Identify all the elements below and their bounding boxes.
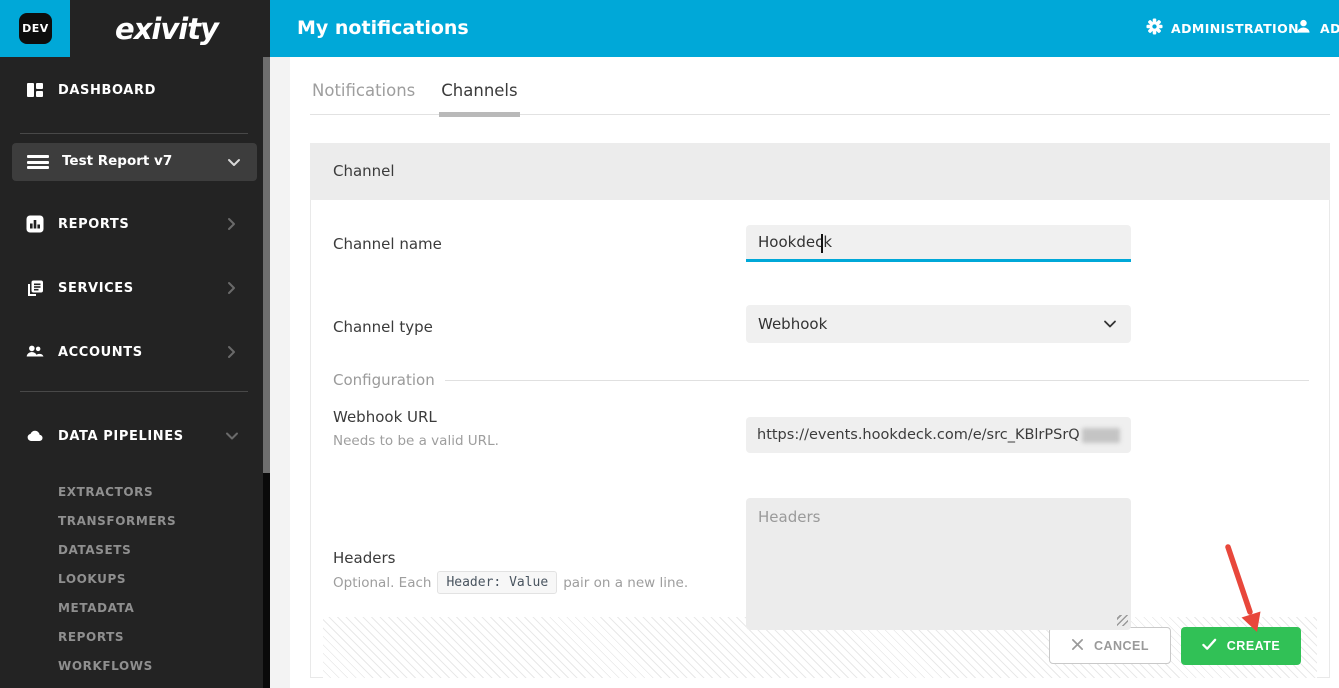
administration-menu[interactable]: ADMINISTRATION: [1146, 0, 1299, 57]
section-divider: [444, 379, 1309, 381]
chevron-down-icon: [225, 153, 243, 171]
page-title: My notifications: [297, 17, 469, 39]
exivity-logo[interactable]: exivity: [70, 0, 263, 57]
channel-name-label: Channel name: [333, 235, 442, 253]
headers-label: Headers: [333, 549, 396, 567]
users-icon: [26, 343, 44, 361]
text-caret: [821, 234, 823, 253]
sidebar-subitem-datasets[interactable]: DATASETS: [58, 541, 131, 559]
cancel-button-label: CANCEL: [1093, 638, 1150, 653]
webhook-url-input[interactable]: https://events.hookdeck.com/e/src_KBlrPS…: [746, 417, 1131, 453]
configuration-section: Configuration: [333, 371, 1309, 389]
bar-chart-icon: [26, 215, 44, 233]
administration-label: ADMINISTRATION: [1171, 21, 1299, 36]
sidebar-scrollbar[interactable]: [263, 0, 270, 688]
dev-badge: DEV: [19, 13, 52, 44]
webhook-url-value: https://events.hookdeck.com/e/src_KBlrPS…: [757, 427, 1080, 443]
textarea-resize-handle[interactable]: [1117, 615, 1128, 626]
dev-environment-block: DEV: [0, 0, 70, 57]
channel-name-input[interactable]: [746, 225, 1131, 262]
scrollbar-thumb[interactable]: [263, 57, 270, 473]
sidebar-item-dashboard[interactable]: DASHBOARD: [0, 75, 263, 105]
headers-helper-code: Header: Value: [437, 571, 558, 594]
x-icon: [1071, 638, 1084, 654]
configuration-section-label: Configuration: [333, 371, 435, 389]
scrollbar-track: [263, 473, 270, 688]
sidebar-item-label: DASHBOARD: [58, 82, 156, 98]
sidebar-divider: [20, 391, 248, 392]
main-content: Notifications Channels Channel Channel n…: [270, 57, 1339, 688]
sidebar-subitem-reports[interactable]: REPORTS: [58, 628, 124, 646]
tab-bar: Notifications Channels: [310, 73, 1330, 117]
headers-helper: Optional. Each Header: Value pair on a n…: [333, 571, 688, 594]
channel-type-label: Channel type: [333, 318, 433, 336]
cloud-icon: [26, 427, 44, 445]
gear-icon: [1146, 18, 1163, 39]
check-icon: [1202, 638, 1217, 654]
sidebar-item-label: SERVICES: [58, 280, 134, 296]
content-scroll-gutter: [270, 57, 290, 688]
report-selector[interactable]: Test Report v7: [12, 143, 257, 181]
chevron-down-icon: [1101, 315, 1119, 337]
sidebar-subitem-transformers[interactable]: TRANSFORMERS: [58, 512, 176, 530]
user-menu-label: ADM: [1320, 21, 1339, 36]
headers-helper-suffix: pair on a new line.: [563, 574, 689, 591]
tab-notifications[interactable]: Notifications: [310, 73, 417, 114]
webhook-url-helper: Needs to be a valid URL.: [333, 433, 499, 449]
channel-type-select[interactable]: Webhook: [746, 305, 1131, 343]
chevron-right-icon: [223, 279, 241, 297]
cancel-button[interactable]: CANCEL: [1049, 627, 1171, 664]
sidebar-subitem-lookups[interactable]: LOOKUPS: [58, 570, 126, 588]
services-icon: [26, 279, 44, 297]
report-selector-label: Test Report v7: [62, 153, 173, 169]
sidebar-item-reports[interactable]: REPORTS: [0, 209, 263, 239]
channel-form-panel: Channel Channel name Channel type Webhoo…: [310, 143, 1330, 678]
chevron-right-icon: [223, 343, 241, 361]
topbar: My notifications ADMINISTRATION ADM: [270, 0, 1339, 57]
headers-helper-prefix: Optional. Each: [333, 574, 432, 591]
sidebar-item-accounts[interactable]: ACCOUNTS: [0, 337, 263, 367]
sidebar-subitem-workflows[interactable]: WORKFLOWS: [58, 657, 153, 675]
create-button-label: CREATE: [1226, 639, 1281, 653]
panel-title: Channel: [333, 162, 395, 180]
sidebar-item-data-pipelines[interactable]: DATA PIPELINES: [0, 421, 263, 451]
sidebar-subitem-metadata[interactable]: METADATA: [58, 599, 134, 617]
menu-icon: [27, 155, 49, 169]
sidebar-item-label: REPORTS: [58, 216, 130, 232]
user-icon: [1295, 18, 1312, 39]
sidebar-logo-row: DEV exivity: [0, 0, 263, 57]
panel-header: Channel: [310, 143, 1330, 200]
create-button[interactable]: CREATE: [1181, 627, 1301, 665]
user-menu[interactable]: ADM: [1295, 0, 1339, 57]
sidebar-item-label: ACCOUNTS: [58, 344, 143, 360]
chevron-down-icon: [223, 427, 241, 445]
sidebar-divider: [20, 133, 248, 134]
sidebar-item-services[interactable]: SERVICES: [0, 273, 263, 303]
webhook-url-label: Webhook URL: [333, 408, 437, 426]
sidebar-item-label: DATA PIPELINES: [58, 428, 184, 444]
sidebar-subitem-extractors[interactable]: EXTRACTORS: [58, 483, 153, 501]
sidebar: DEV exivity DASHBOARD Test Report v7 REP…: [0, 0, 263, 688]
dashboard-icon: [26, 81, 44, 99]
channel-type-value: Webhook: [758, 315, 828, 333]
headers-textarea[interactable]: [746, 498, 1131, 630]
redacted-url-suffix: [1081, 427, 1120, 443]
tab-channels[interactable]: Channels: [439, 73, 520, 117]
chevron-right-icon: [223, 215, 241, 233]
